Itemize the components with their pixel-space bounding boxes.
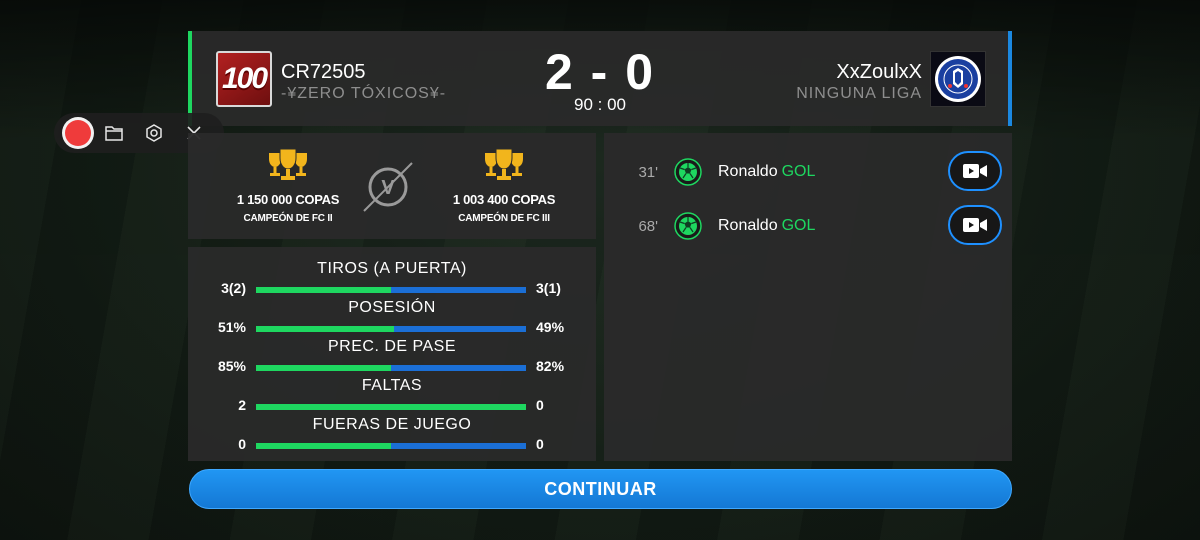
event-minute: 31' — [638, 164, 658, 181]
event-minute: 68' — [638, 218, 658, 235]
stat-home-value: 0 — [238, 436, 246, 452]
event-player: Ronaldo — [718, 217, 778, 234]
home-trophies: 1 150 000 COPAS CAMPEÓN DE FC II — [218, 147, 358, 224]
continue-button[interactable]: CONTINUAR — [189, 469, 1012, 509]
event-player: Ronaldo — [718, 163, 778, 180]
stat-row-pass-accuracy: PREC. DE PASE 85% 82% — [188, 325, 596, 374]
folder-button[interactable] — [94, 113, 134, 153]
away-club-name: NINGUNA LIGA — [796, 85, 922, 102]
versus-icon: V — [363, 162, 413, 212]
record-icon — [65, 120, 91, 146]
event-row: 31' Ronaldo GOL — [604, 151, 1012, 192]
event-type: GOL — [781, 217, 816, 234]
stat-label: FALTAS — [361, 377, 423, 394]
settings-icon — [146, 124, 162, 142]
away-trophies: 1 003 400 COPAS CAMPEÓN DE FC III — [434, 147, 574, 224]
stat-row-fouls: FALTAS 2 0 — [188, 364, 596, 413]
stat-label: PREC. DE PASE — [327, 338, 456, 355]
stat-bar-home-fill — [256, 443, 391, 449]
trophies-panel: 1 150 000 COPAS CAMPEÓN DE FC II V 1 003… — [188, 133, 596, 239]
event-row: 68' Ronaldo GOL — [604, 205, 1012, 246]
soccer-ball-icon — [674, 212, 702, 240]
trophy-icon — [485, 148, 523, 180]
event-type: GOL — [781, 163, 816, 180]
match-stats-panel: TIROS (A PUERTA) 3(2) 3(1) POSESIÓN 51% … — [188, 247, 596, 461]
versus-label: V — [381, 177, 395, 199]
video-camera-icon — [963, 164, 987, 178]
folder-icon — [105, 126, 123, 141]
away-cups-count: 1 003 400 COPAS — [452, 192, 556, 207]
event-replay-button[interactable] — [948, 151, 1002, 191]
video-camera-icon — [963, 218, 987, 232]
trophy-icon — [269, 148, 307, 180]
soccer-ball-icon — [674, 158, 702, 186]
home-cups-count: 1 150 000 COPAS — [236, 192, 340, 207]
chelsea-crest-icon — [935, 56, 981, 102]
away-team-badge — [930, 51, 986, 107]
away-champion-title: CAMPEÓN DE FC III — [458, 213, 550, 224]
match-events-panel: 31' Ronaldo GOL 68' Ronaldo GOL — [604, 133, 1012, 461]
event-replay-button[interactable] — [948, 205, 1002, 245]
away-player-name: XxZoulxX — [836, 61, 922, 83]
stat-row-possession: POSESIÓN 51% 49% — [188, 286, 596, 335]
stat-label: TIROS (A PUERTA) — [317, 260, 467, 277]
event-description: Ronaldo GOL — [718, 163, 815, 181]
stat-away-value: 0 — [536, 436, 544, 452]
stat-label: FUERAS DE JUEGO — [312, 416, 472, 433]
record-button[interactable] — [62, 117, 94, 149]
event-description: Ronaldo GOL — [718, 217, 815, 235]
stat-row-shots: TIROS (A PUERTA) 3(2) 3(1) — [188, 247, 596, 296]
stat-row-offsides: FUERAS DE JUEGO 0 0 — [188, 403, 596, 452]
stat-bar — [256, 443, 526, 449]
settings-button[interactable] — [134, 113, 174, 153]
stat-label: POSESIÓN — [348, 299, 436, 316]
home-champion-title: CAMPEÓN DE FC II — [243, 213, 333, 224]
match-header: 100 CR72505 -¥ZERO TÓXICOS¥- 2 - 0 90 : … — [188, 31, 1012, 126]
